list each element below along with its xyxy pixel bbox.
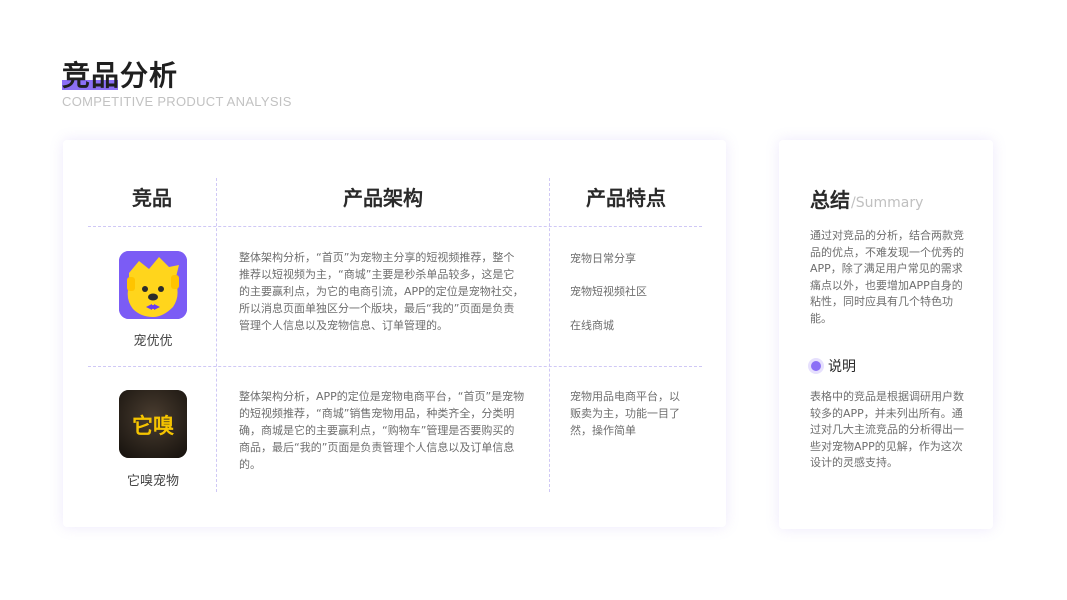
- comparison-table-card: 竞品 产品架构 产品特点 宠优优 整体架构分析，“首页”为宠物主分享的短视频推荐…: [63, 140, 726, 527]
- summary-title: 总结/Summary: [810, 184, 923, 213]
- column-header-competitor: 竞品: [132, 186, 172, 210]
- taxiu-logo-icon: 它嗅: [119, 390, 187, 458]
- architecture-description: 整体架构分析，“首页”为宠物主分享的短视频推荐，整个推荐以短视频为主，“商城”主…: [239, 251, 524, 332]
- note-text: 表格中的竞品是根据调研用户数较多的APP，并未列出所有。通过对几大主流竞品的分析…: [810, 390, 964, 469]
- column-header-architecture: 产品架构: [343, 186, 423, 210]
- page-title: 竞品分析: [62, 59, 179, 92]
- feature-item: 宠物日常分享: [570, 252, 636, 265]
- row-divider: [88, 366, 702, 367]
- bullet-dot-icon: [811, 361, 821, 371]
- page-header: 竞品分析: [62, 58, 178, 94]
- feature-item: 在线商城: [570, 319, 614, 332]
- app-name-label: 它嗅宠物: [126, 474, 179, 489]
- column-header-features: 产品特点: [586, 186, 666, 210]
- feature-item: 宠物用品电商平台，以贩卖为主，功能一目了然，操作简单: [570, 390, 680, 437]
- app-name-label: 宠优优: [133, 334, 173, 349]
- feature-item: 宠物短视频社区: [570, 285, 647, 298]
- page-subtitle: COMPETITIVE PRODUCT ANALYSIS: [62, 94, 292, 109]
- summary-card: 总结/Summary 通过对竞品的分析，结合两款竞品的优点，不难发现一个优秀的A…: [779, 140, 993, 529]
- note-label: 说明: [828, 359, 856, 375]
- architecture-description: 整体架构分析，APP的定位是宠物电商平台，“首页”是宠物的短视频推荐，“商城”销…: [239, 390, 525, 471]
- summary-title-text: 总结: [810, 188, 850, 212]
- summary-title-en: /Summary: [851, 195, 924, 211]
- row-divider: [88, 226, 702, 227]
- yellow-dog-icon: [119, 251, 187, 319]
- summary-text: 通过对竞品的分析，结合两款竞品的优点，不难发现一个优秀的APP，除了满足用户常见…: [810, 229, 964, 325]
- svg-text:它嗅: 它嗅: [132, 414, 174, 438]
